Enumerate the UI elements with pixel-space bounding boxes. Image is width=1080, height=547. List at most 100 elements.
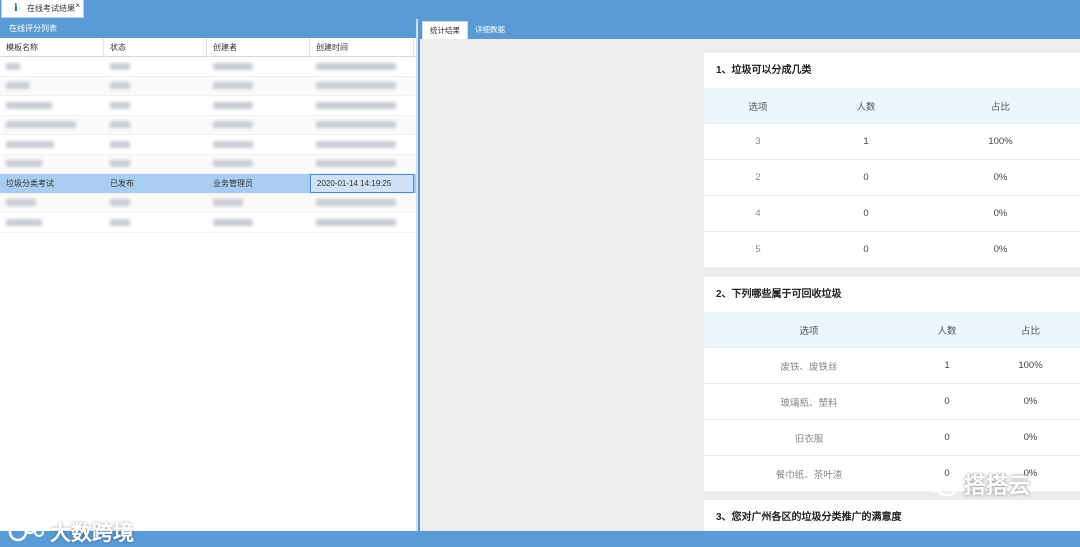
cell-option: 玻璃瓶、塑料 bbox=[780, 397, 838, 409]
redacted-cell bbox=[104, 194, 207, 213]
cell-option: 2 bbox=[755, 172, 761, 183]
watermark-left: 大数跨境 bbox=[8, 517, 134, 547]
table-row: 旧衣服 0 0% bbox=[704, 419, 1080, 455]
table-row[interactable] bbox=[0, 154, 416, 174]
grid-header: 模板名称 状态 创建者 创建时间 bbox=[0, 38, 416, 57]
cell-option: 5 bbox=[755, 244, 761, 255]
cell-ratio: 0% bbox=[993, 172, 1008, 183]
column-header-name[interactable]: 模板名称 bbox=[0, 38, 104, 56]
cell-count: 0 bbox=[944, 396, 950, 407]
cell-created: 2020-01-14 14:19:25 bbox=[310, 174, 414, 193]
table-header: 选项 人数 占比 bbox=[704, 312, 1080, 347]
grid-body: 垃圾分类考试 已发布 业务管理员 2020-01-14 14:19:25 bbox=[0, 57, 416, 233]
cell-option: 旧衣服 bbox=[794, 433, 824, 445]
cell-count: 0 bbox=[944, 432, 950, 443]
redacted-cell bbox=[104, 155, 207, 174]
question-title: 3、您对广州各区的垃圾分类推广的满意度 bbox=[716, 512, 902, 523]
redacted-cell bbox=[0, 213, 104, 232]
redacted-cell bbox=[104, 213, 207, 232]
redacted-cell bbox=[0, 155, 104, 174]
column-header-created[interactable]: 创建时间 bbox=[310, 38, 414, 56]
redacted-cell bbox=[310, 194, 414, 213]
cell-option: 餐巾纸、茶叶渣 bbox=[775, 469, 843, 481]
redacted-cell bbox=[104, 135, 207, 154]
question-card-3: 3、您对广州各区的垃圾分类推广的满意度 bbox=[704, 500, 1080, 531]
cell-count: 0 bbox=[863, 172, 869, 183]
scoring-list-panel: 在线评分列表 模板名称 状态 创建者 创建时间 垃圾分类考试 已发布 业务管理员… bbox=[0, 19, 418, 545]
cell-count: 1 bbox=[863, 136, 869, 147]
redacted-cell bbox=[310, 116, 414, 135]
header-option: 选项 bbox=[799, 325, 819, 337]
table-row[interactable] bbox=[0, 213, 416, 233]
cell-status: 已发布 bbox=[110, 178, 134, 188]
cell-count: 0 bbox=[863, 244, 869, 255]
watermark-right: 搭搭云 bbox=[920, 468, 1030, 500]
cell-option: 4 bbox=[755, 208, 761, 219]
info-icon: i bbox=[14, 3, 18, 14]
column-header-status[interactable]: 状态 bbox=[104, 38, 207, 56]
redacted-cell bbox=[0, 135, 104, 154]
redacted-cell bbox=[207, 213, 310, 232]
redacted-cell bbox=[310, 155, 414, 174]
header-option: 选项 bbox=[748, 101, 768, 113]
table-row[interactable] bbox=[0, 135, 416, 155]
cell-ratio: 0% bbox=[993, 244, 1008, 255]
table-row: 4 0 0% bbox=[704, 195, 1080, 231]
header-ratio: 占比 bbox=[1020, 325, 1040, 337]
table-row[interactable] bbox=[0, 76, 416, 96]
wechat-icon bbox=[921, 471, 959, 497]
brand-logo-icon bbox=[8, 521, 44, 542]
redacted-cell bbox=[0, 116, 104, 135]
redacted-cell bbox=[104, 116, 207, 135]
redacted-cell bbox=[104, 57, 207, 76]
cell-ratio: 100% bbox=[1018, 360, 1043, 371]
redacted-cell bbox=[0, 194, 104, 213]
table-row-selected[interactable]: 垃圾分类考试 已发布 业务管理员 2020-01-14 14:19:25 bbox=[0, 174, 416, 194]
question-card-2: 2、下列哪些属于可回收垃圾 选项 人数 占比 废铁、废铁丝 1 100% 玻璃瓶… bbox=[704, 277, 1080, 491]
header-ratio: 占比 bbox=[990, 101, 1010, 113]
table-row: 废铁、废铁丝 1 100% bbox=[704, 347, 1080, 383]
table-row[interactable] bbox=[0, 57, 416, 77]
redacted-cell bbox=[0, 96, 104, 115]
question-title: 1、垃圾可以分成几类 bbox=[716, 65, 812, 76]
redacted-cell bbox=[310, 213, 414, 232]
cell-creator: 业务管理员 bbox=[213, 178, 253, 188]
redacted-cell bbox=[310, 135, 414, 154]
column-header-creator[interactable]: 创建者 bbox=[207, 38, 310, 56]
cell-count: 0 bbox=[863, 208, 869, 219]
redacted-cell bbox=[310, 77, 414, 96]
redacted-cell bbox=[104, 96, 207, 115]
cell-ratio: 100% bbox=[988, 136, 1013, 147]
tab-label: 在线考试结果 bbox=[27, 4, 75, 13]
close-icon[interactable]: × bbox=[75, 1, 80, 10]
table-header: 选项 人数 占比 bbox=[704, 88, 1080, 123]
question-title: 2、下列哪些属于可回收垃圾 bbox=[716, 289, 842, 300]
watermark-right-text: 搭搭云 bbox=[964, 473, 1031, 498]
redacted-cell bbox=[310, 57, 414, 76]
redacted-cell bbox=[310, 96, 414, 115]
redacted-cell bbox=[207, 77, 310, 96]
tab-exam-results[interactable]: i 在线考试结果 × bbox=[1, 0, 84, 18]
top-tab-bar: i 在线考试结果 × bbox=[0, 0, 1080, 19]
table-row: 2 0 0% bbox=[704, 159, 1080, 195]
header-count: 人数 bbox=[856, 101, 876, 113]
tab-statistics[interactable]: 统计结果 bbox=[422, 21, 468, 39]
redacted-cell bbox=[0, 77, 104, 96]
tab-details[interactable]: 详细数据 bbox=[468, 21, 512, 39]
redacted-cell bbox=[207, 194, 310, 213]
table-row[interactable] bbox=[0, 193, 416, 213]
table-row[interactable] bbox=[0, 96, 416, 116]
cell-name: 垃圾分类考试 bbox=[6, 178, 54, 188]
redacted-cell bbox=[104, 77, 207, 96]
cell-ratio: 0% bbox=[1023, 396, 1038, 407]
table-row: 3 1 100% bbox=[704, 123, 1080, 159]
cell-option: 3 bbox=[755, 136, 761, 147]
table-row[interactable] bbox=[0, 115, 416, 135]
table-row: 玻璃瓶、塑料 0 0% bbox=[704, 383, 1080, 419]
redacted-cell bbox=[207, 96, 310, 115]
cell-count: 1 bbox=[944, 360, 950, 371]
redacted-cell bbox=[0, 57, 104, 76]
redacted-cell bbox=[207, 135, 310, 154]
question-card-1: 1、垃圾可以分成几类 选项 人数 占比 3 1 100% 2 0 0% 4 0 … bbox=[704, 53, 1080, 267]
redacted-cell bbox=[207, 57, 310, 76]
